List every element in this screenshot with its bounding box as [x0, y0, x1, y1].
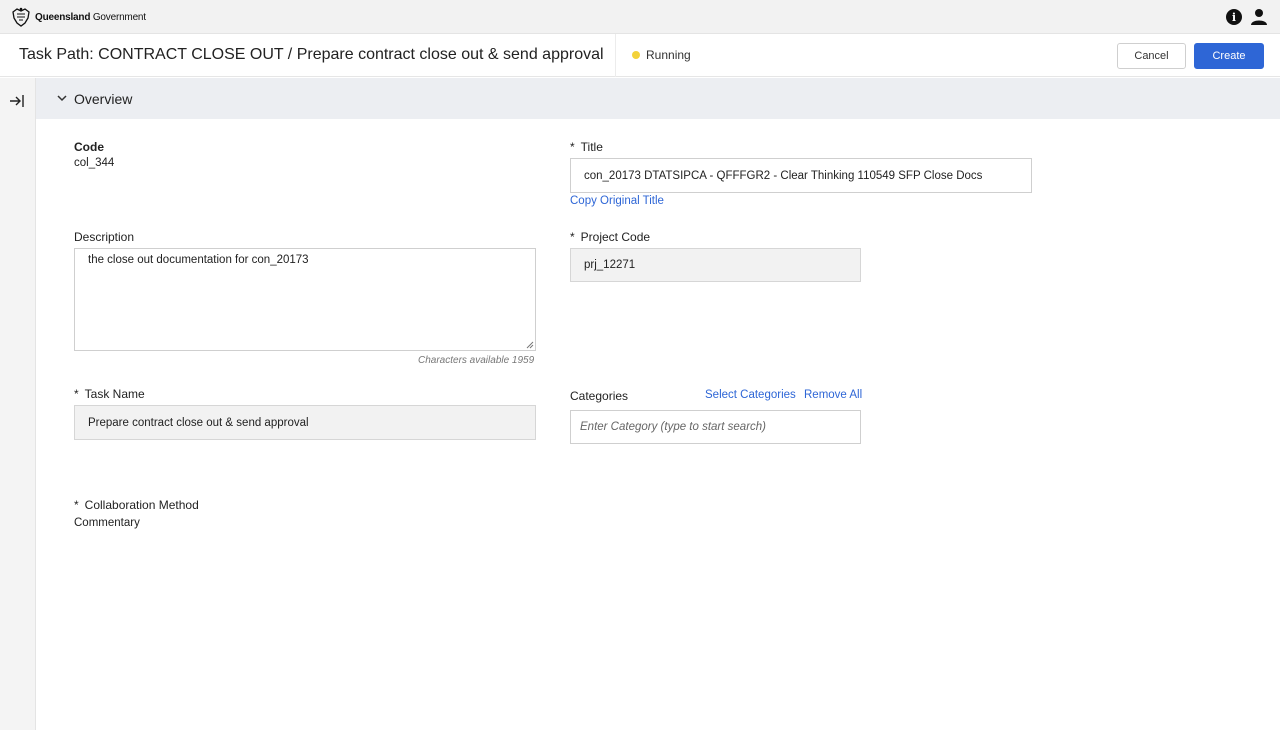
select-categories-link[interactable]: Select Categories [705, 389, 796, 401]
category-search-input[interactable]: Enter Category (type to start search) [570, 410, 861, 444]
copy-original-title-link[interactable]: Copy Original Title [570, 195, 664, 207]
task-path-bar: Task Path: CONTRACT CLOSE OUT / Prepare … [0, 34, 1280, 77]
required-marker: * [74, 387, 79, 401]
chevron-down-icon [57, 95, 67, 102]
queensland-government-logo[interactable]: Queensland Government [10, 6, 146, 28]
task-name-label: * Task Name [74, 387, 145, 401]
collaboration-method-label: * Collaboration Method [74, 498, 199, 512]
categories-label: Categories [570, 389, 629, 403]
title-input[interactable]: con_20173 DTATSIPCA - QFFFGR2 - Clear Th… [570, 158, 1032, 193]
project-code-field: prj_12271 [570, 248, 861, 282]
project-code-label: * Project Code [570, 230, 651, 244]
crest-icon [12, 7, 30, 27]
divider [615, 34, 616, 77]
code-value: col_344 [74, 157, 115, 169]
status-indicator: Running [632, 48, 691, 62]
characters-available: Characters available 1959 [418, 355, 535, 366]
required-marker: * [570, 230, 575, 244]
task-name-field: Prepare contract close out & send approv… [74, 405, 536, 440]
status-text: Running [646, 48, 691, 62]
collaboration-method-value: Commentary [74, 517, 140, 529]
status-dot-icon [632, 51, 640, 59]
expand-panel-icon[interactable] [9, 93, 25, 109]
remove-all-link[interactable]: Remove All [804, 389, 862, 401]
page-title: Task Path: CONTRACT CLOSE OUT / Prepare … [19, 46, 604, 63]
resize-handle-icon[interactable] [526, 341, 534, 349]
cancel-button[interactable]: Cancel [1117, 43, 1186, 69]
logo-text-bold: Queensland [35, 11, 91, 23]
left-rail [0, 78, 36, 730]
description-textarea[interactable]: the close out documentation for con_2017… [74, 248, 536, 351]
section-title: Overview [74, 91, 133, 107]
create-button[interactable]: Create [1194, 43, 1264, 69]
overview-section-header[interactable]: Overview [36, 78, 1280, 119]
top-bar: Queensland Government i [0, 0, 1280, 34]
category-placeholder: Enter Category (type to start search) [580, 421, 766, 433]
description-text: the close out documentation for con_2017… [88, 254, 309, 266]
description-label: Description [74, 230, 135, 244]
user-icon[interactable] [1250, 8, 1268, 26]
required-marker: * [74, 498, 79, 512]
title-label: * Title [570, 140, 603, 154]
code-label: Code [74, 140, 104, 154]
logo-text-rest: Government [92, 11, 146, 23]
info-icon[interactable]: i [1226, 9, 1242, 25]
required-marker: * [570, 140, 575, 154]
